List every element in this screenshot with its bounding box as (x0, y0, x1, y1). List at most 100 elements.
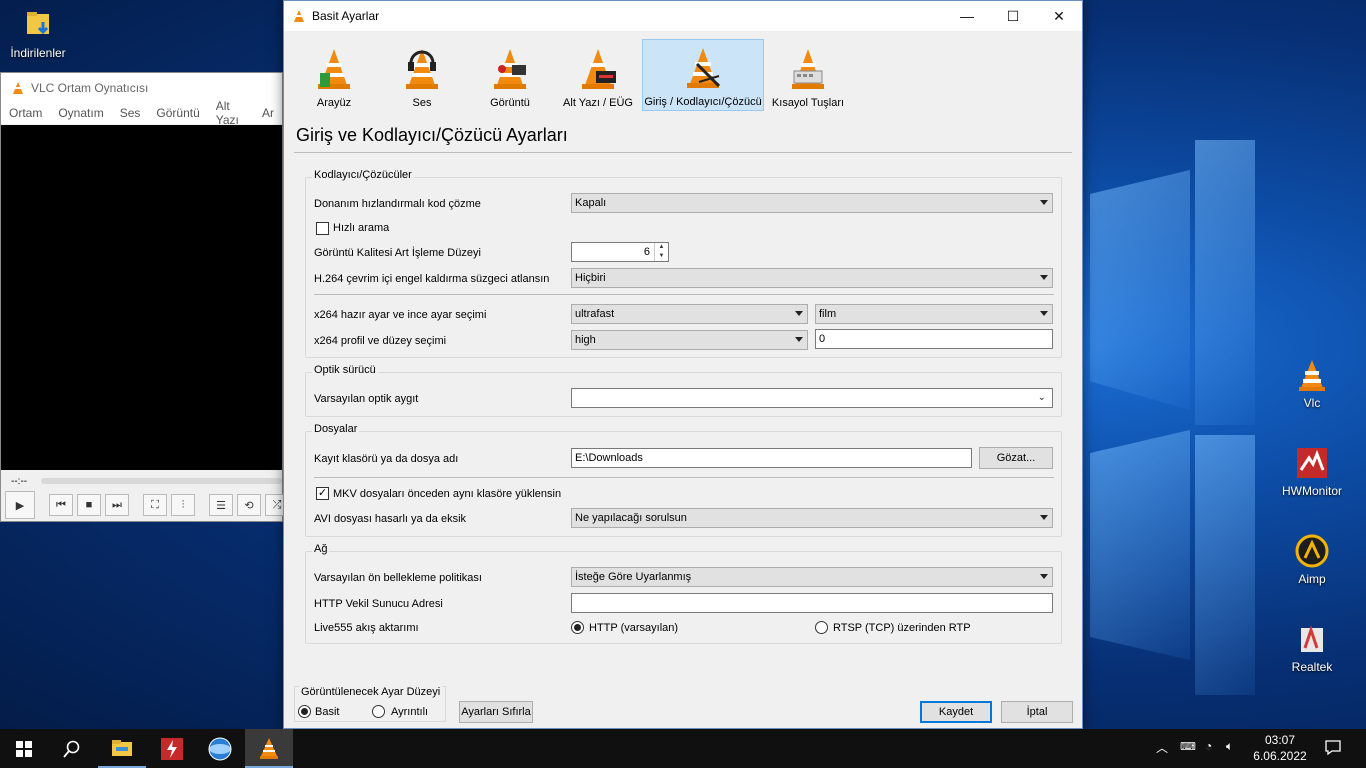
x264-profile-combo[interactable]: high (571, 330, 808, 350)
wallpaper-beam (1090, 170, 1190, 410)
x264-preset-combo[interactable]: ultrafast (571, 304, 808, 324)
h264-skip-combo[interactable]: Hiçbiri (571, 268, 1053, 288)
notification-center[interactable] (1324, 738, 1342, 759)
network-group: Ağ Varsayılan ön bellekleme politikası İ… (305, 543, 1062, 644)
category-label: Arayüz (316, 97, 352, 109)
category-audio[interactable]: Ses (378, 39, 466, 111)
loop-button[interactable]: ⟲ (237, 494, 261, 516)
desktop-icon-aimp[interactable]: Aimp (1274, 534, 1350, 586)
reset-button[interactable]: Ayarları Sıfırla (459, 701, 533, 723)
stop-button[interactable]: ■ (77, 494, 101, 516)
taskbar-browser[interactable] (196, 729, 244, 768)
rtsp-radio-label: RTSP (TCP) üzerinden RTP (833, 622, 971, 634)
play-button[interactable]: ▶ (5, 491, 35, 519)
seek-bar[interactable] (41, 478, 282, 484)
chevron-down-icon: ⌄ (1037, 392, 1046, 403)
menu-subtitle[interactable]: Alt Yazı (208, 99, 254, 127)
rtsp-radio[interactable] (815, 621, 828, 634)
postproc-spinbox[interactable]: 6 ▲ ▼ (571, 242, 669, 262)
cancel-button[interactable]: İptal (1001, 701, 1073, 723)
video-area[interactable] (1, 125, 282, 470)
desktop-icon-hwmonitor[interactable]: HWMonitor (1274, 446, 1350, 498)
fast-seek-checkbox[interactable] (316, 222, 329, 235)
simple-radio-label: Basit (315, 706, 340, 718)
avi-repair-combo[interactable]: Ne yapılacağı sorulsun (571, 508, 1053, 528)
category-input-codecs[interactable]: Giriş / Kodlayıcı/Çözücü (642, 39, 764, 111)
optical-device-combo[interactable]: ⌄ (571, 388, 1053, 408)
clock[interactable]: 03:07 6.06.2022 (1252, 732, 1308, 764)
category-video[interactable]: Görüntü (466, 39, 554, 111)
all-radio[interactable] (372, 705, 385, 718)
dropdown-arrow-icon (795, 337, 803, 342)
group-label: Ağ (312, 543, 330, 555)
time-display: --:-- (11, 475, 28, 487)
playlist-button[interactable]: ☰ (209, 494, 233, 516)
network-status[interactable]: ◔ (1205, 739, 1212, 753)
input-value: 0 (819, 333, 826, 345)
desktop-icon-realtek[interactable]: Realtek (1274, 622, 1350, 674)
x264-tune-combo[interactable]: film (815, 304, 1053, 324)
fullscreen-button[interactable]: ⛶ (143, 494, 167, 516)
taskbar-hwmonitor[interactable] (148, 729, 196, 768)
wallpaper-beam (1195, 435, 1255, 695)
menu-more[interactable]: Ar (254, 106, 282, 120)
stop-icon: ■ (85, 499, 93, 511)
save-button[interactable]: Kaydet (920, 701, 992, 723)
http-radio[interactable] (571, 621, 584, 634)
category-interface[interactable]: Arayüz (290, 39, 378, 111)
settings-level-group: Görüntülenecek Ayar Düzeyi Basit Ayrıntı… (294, 686, 446, 722)
input-method[interactable]: ⌨ (1180, 740, 1196, 753)
http-proxy-input[interactable] (571, 593, 1053, 613)
cache-policy-combo[interactable]: İsteğe Göre Uyarlanmış (571, 567, 1053, 587)
hw-decoding-combo[interactable]: Kapalı (571, 193, 1053, 213)
page-title: Giriş ve Kodlayıcı/Çözücü Ayarları (296, 125, 568, 145)
dropdown-arrow-icon (1040, 574, 1048, 579)
fullscreen-icon: ⛶ (151, 498, 159, 511)
maximize-button[interactable]: ☐ (990, 1, 1036, 31)
hw-decoding-label: Donanım hızlandırmalı kod çözme (314, 198, 481, 210)
previous-button[interactable]: ⏮ (49, 494, 73, 516)
speaker-icon: 🔈︎ (1226, 739, 1234, 753)
desktop-icon-vlc[interactable]: Vlc (1274, 358, 1350, 410)
browser-globe-icon (208, 737, 232, 760)
start-button[interactable] (0, 729, 48, 768)
spin-value: 6 (643, 246, 650, 258)
taskbar-vlc[interactable] (245, 729, 293, 768)
menu-media[interactable]: Ortam (1, 106, 50, 120)
close-icon: ✕ (1053, 7, 1065, 24)
category-bar: Arayüz Ses Görüntü Alt Yazı / EÜG Giriş … (290, 39, 852, 111)
desktop-icon-downloads[interactable]: İndirilenler (0, 8, 76, 60)
mkv-preload-checkbox[interactable]: ✓ (316, 487, 329, 500)
menu-audio[interactable]: Ses (112, 106, 149, 120)
show-hidden-icons[interactable]: ︿ (1156, 739, 1168, 756)
search-button[interactable] (48, 729, 96, 768)
spin-arrows-icon[interactable]: ▲ ▼ (654, 243, 668, 261)
folder-icon (112, 739, 132, 756)
record-dir-input[interactable]: E:\Downloads (571, 448, 972, 468)
category-subtitles-osd[interactable]: Alt Yazı / EÜG (554, 39, 642, 111)
folder-icon (21, 8, 55, 42)
dropdown-arrow-icon (1040, 275, 1048, 280)
volume-control[interactable]: 🔈︎ (1226, 739, 1233, 754)
clock-time: 03:07 (1264, 733, 1296, 747)
minimize-button[interactable]: — (944, 1, 990, 31)
next-button[interactable]: ⏭ (105, 494, 129, 516)
combo-value: ultrafast (575, 308, 615, 320)
x264-level-input[interactable]: 0 (815, 329, 1053, 349)
simple-radio[interactable] (298, 705, 311, 718)
desktop-icon-label: HWMonitor (1281, 484, 1342, 498)
browse-button[interactable]: Gözat... (979, 447, 1053, 469)
close-button[interactable]: ✕ (1036, 1, 1082, 31)
menu-video[interactable]: Görüntü (148, 106, 207, 120)
category-hotkeys[interactable]: Kısayol Tuşları (764, 39, 852, 111)
combo-value: film (819, 308, 837, 320)
desktop-icon-label: Realtek (1291, 660, 1333, 674)
cache-policy-label: Varsayılan ön bellekleme politikası (314, 572, 482, 584)
extended-settings-button[interactable]: ⫶ (171, 494, 195, 516)
taskbar-file-explorer[interactable] (98, 729, 146, 768)
menu-playback[interactable]: Oynatım (50, 106, 111, 120)
combo-value: high (575, 334, 596, 346)
files-group: Dosyalar Kayıt klasörü ya da dosya adı E… (305, 423, 1062, 537)
h264-skip-label: H.264 çevrim içi engel kaldırma süzgeci … (314, 273, 550, 285)
dropdown-arrow-icon (1040, 311, 1048, 316)
